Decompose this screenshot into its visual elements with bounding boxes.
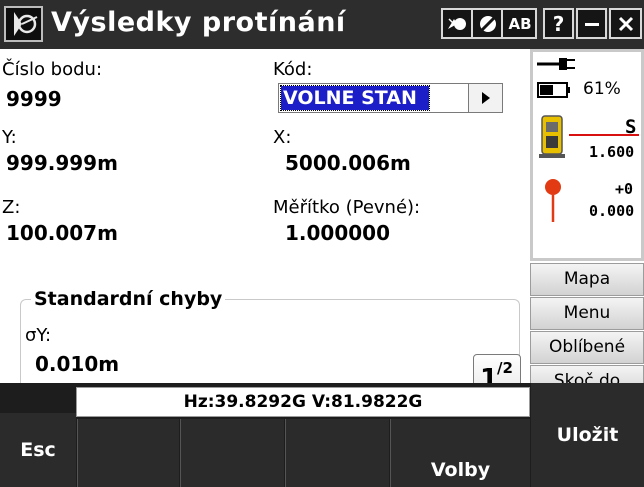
bottom-bar: Esc Hz:39.8292G V:81.9822G Volby Uložit xyxy=(0,383,644,487)
help-button[interactable]: ? xyxy=(543,8,574,39)
battery-level: 61% xyxy=(583,79,621,99)
tripod-instrument-icon[interactable] xyxy=(4,6,43,42)
x-value: 5000.006m xyxy=(285,151,411,175)
code-label: Kód: xyxy=(273,59,313,80)
code-value[interactable]: VOLNE STAN xyxy=(280,85,430,111)
softkey-1[interactable] xyxy=(77,419,179,487)
scale-value: 1.000000 xyxy=(285,221,391,245)
favorites-button[interactable]: Oblíbené xyxy=(530,331,644,364)
softkey-2[interactable] xyxy=(180,419,284,487)
instrument-toolbar: AB xyxy=(441,8,537,39)
menu-button[interactable]: Menu xyxy=(530,297,644,330)
total-station-icon xyxy=(539,115,565,158)
page-total: /2 xyxy=(497,359,513,377)
esc-button[interactable]: Esc xyxy=(0,413,76,487)
prism-target-icon[interactable] xyxy=(475,10,503,37)
title-bar: Výsledky protínání AB ? xyxy=(0,0,644,49)
sigma-y-value: 0.010m xyxy=(35,352,120,376)
instrument-height: 1.600 xyxy=(589,143,635,161)
code-field[interactable]: VOLNE STAN xyxy=(278,83,503,113)
laser-pointer-icon[interactable] xyxy=(443,10,473,37)
save-button[interactable]: Uložit xyxy=(531,383,644,487)
x-label: X: xyxy=(273,127,292,148)
softkey-3[interactable] xyxy=(285,419,389,487)
minimize-icon[interactable] xyxy=(576,8,607,39)
close-icon[interactable] xyxy=(609,8,642,39)
power-plug-icon xyxy=(537,58,575,70)
target-offset: +0 xyxy=(615,180,634,198)
status-panel[interactable]: 61% S 1.600 +0 0.000 xyxy=(530,49,644,261)
hz-v-readout: Hz:39.8292G V:81.9822G xyxy=(76,387,530,417)
window-title: Výsledky protínání xyxy=(51,7,346,38)
code-list-button[interactable] xyxy=(468,84,502,112)
target-height: 0.000 xyxy=(589,202,635,220)
z-value: 100.007m xyxy=(6,221,118,245)
target-pin-icon xyxy=(545,179,561,222)
sigma-y-label: σY: xyxy=(25,325,52,346)
chevron-right-icon xyxy=(481,92,490,104)
map-button[interactable]: Mapa xyxy=(530,263,644,296)
y-value: 999.999m xyxy=(6,151,118,175)
options-button[interactable]: Volby xyxy=(390,419,530,487)
point-number-value: 9999 xyxy=(6,87,62,111)
z-label: Z: xyxy=(2,197,21,218)
standard-errors-title: Standardní chyby xyxy=(31,288,226,310)
scale-label: Měřítko (Pevné): xyxy=(273,197,421,218)
input-mode-button[interactable]: AB xyxy=(505,10,535,37)
y-label: Y: xyxy=(2,127,17,148)
point-number-label: Číslo bodu: xyxy=(2,59,103,80)
instrument-letter: S xyxy=(625,116,637,138)
results-form: Číslo bodu: 9999 Kód: VOLNE STAN Y: 999.… xyxy=(0,49,530,404)
battery-icon xyxy=(537,82,570,98)
